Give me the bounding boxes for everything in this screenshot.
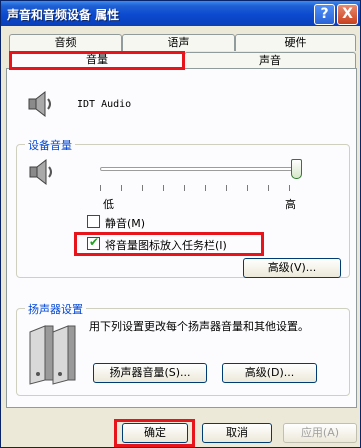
mute-checkbox[interactable]: [87, 215, 100, 228]
tab-hardware-label: 硬件: [284, 36, 307, 49]
title-bar[interactable]: 声音和音频设备 属性 ? X: [1, 1, 360, 26]
apply-button[interactable]: 应用(A): [283, 423, 357, 443]
speakers-icon: [29, 325, 76, 385]
advanced-speaker-label: 高级(D)...: [244, 366, 295, 379]
tab-voice-label: 语声: [167, 36, 190, 49]
tab-volume[interactable]: 音量: [10, 51, 184, 70]
volume-slider-thumb[interactable]: [290, 159, 302, 179]
apply-label: 应用(A): [300, 426, 340, 439]
volume-tab-panel: IDT Audio 设备音量 低 高 静音(M) ✔ 将音量图标放入任务栏(I): [6, 68, 357, 408]
advanced-volume-label: 高级(V)...: [267, 261, 317, 274]
tab-hardware[interactable]: 硬件: [235, 34, 356, 51]
checkmark-icon: ✔: [89, 235, 100, 249]
tab-sounds[interactable]: 声音: [184, 52, 356, 69]
close-icon: X: [342, 6, 353, 22]
ok-button[interactable]: 确定: [122, 423, 188, 443]
close-button[interactable]: X: [337, 4, 358, 25]
tab-volume-label: 音量: [86, 53, 108, 66]
cancel-label: 取消: [226, 426, 248, 439]
volume-slider-ticks: [100, 185, 296, 191]
tab-voice[interactable]: 语声: [122, 34, 235, 51]
mute-label: 静音(M): [105, 217, 146, 230]
taskbar-icon-label: 将音量图标放入任务栏(I): [105, 239, 227, 252]
help-button[interactable]: ?: [314, 4, 335, 25]
slider-low-label: 低: [103, 198, 114, 211]
speaker-volume-label: 扬声器音量(S)...: [109, 366, 191, 379]
advanced-volume-button[interactable]: 高级(V)...: [243, 258, 341, 278]
tab-audio-label: 音频: [54, 36, 77, 49]
volume-slider-track[interactable]: [100, 167, 296, 171]
speaker-settings-group: 扬声器设置 用下列设置更改每个扬声器音量和其他设置。 扬声器音量(S)... 高…: [16, 301, 350, 396]
speaker-settings-title: 扬声器设置: [25, 301, 86, 317]
advanced-speaker-button[interactable]: 高级(D)...: [222, 363, 317, 383]
volume-speaker-icon: [29, 158, 52, 186]
tab-audio[interactable]: 音频: [9, 34, 122, 51]
sound-properties-window: 声音和音频设备 属性 ? X 音频 语声 硬件 音量 声音 IDT Audio: [0, 0, 361, 448]
window-title: 声音和音频设备 属性: [7, 8, 120, 22]
slider-high-label: 高: [285, 198, 296, 211]
taskbar-icon-checkbox[interactable]: ✔: [87, 235, 100, 250]
speaker-volume-button[interactable]: 扬声器音量(S)...: [93, 363, 207, 383]
tab-sounds-label: 声音: [259, 54, 281, 67]
device-volume-title: 设备音量: [25, 137, 75, 153]
cancel-button[interactable]: 取消: [202, 423, 272, 443]
device-name: IDT Audio: [77, 99, 132, 110]
speaker-settings-description: 用下列设置更改每个扬声器音量和其他设置。: [89, 320, 309, 333]
device-volume-group: 设备音量 低 高 静音(M) ✔ 将音量图标放入任务栏(I) 高级(V)...: [16, 137, 350, 278]
ok-label: 确定: [144, 426, 166, 439]
speaker-icon: [28, 90, 51, 118]
help-icon: ?: [320, 6, 329, 22]
